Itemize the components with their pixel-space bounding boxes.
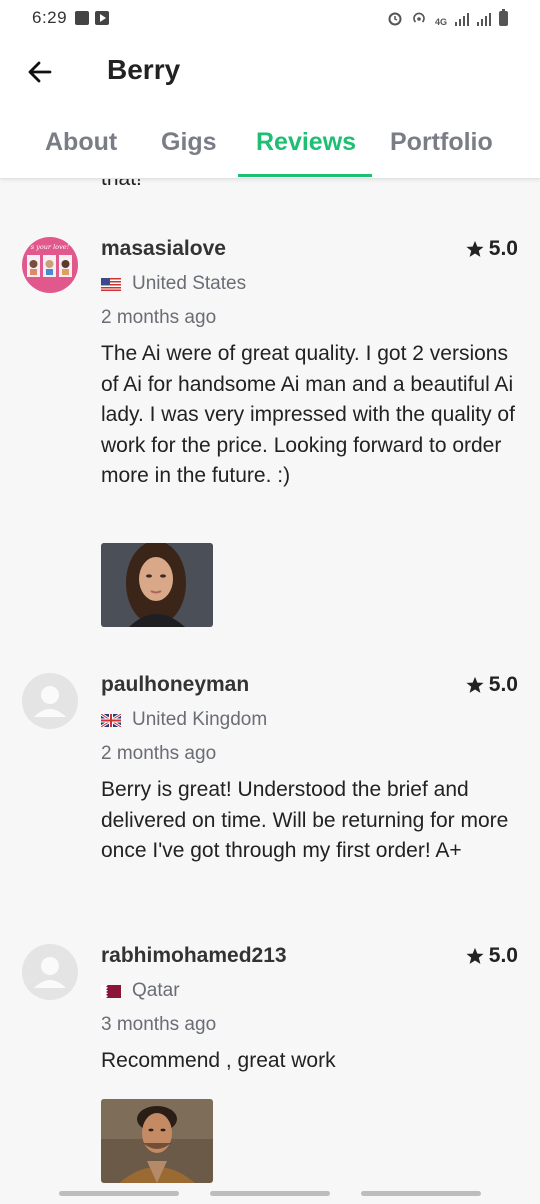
user-placeholder-icon	[34, 686, 66, 717]
review-time: 2 months ago	[101, 743, 217, 764]
avatar-logo-text: s your love!	[31, 243, 70, 251]
rating-value: 5.0	[488, 673, 518, 696]
review-item: rabhimohamed213 5.0 Qatar 3 months ago R…	[0, 944, 540, 1189]
page-title: Berry	[107, 54, 181, 85]
reviewer-username[interactable]: masasialove	[101, 237, 226, 261]
review-rating: 5.0	[466, 237, 518, 261]
reviewer-username[interactable]: paulhoneyman	[101, 673, 249, 697]
nav-back-button[interactable]	[361, 1191, 481, 1196]
nav-home-button[interactable]	[210, 1191, 330, 1196]
active-tab-indicator	[238, 174, 372, 177]
review-attachment-image[interactable]	[101, 543, 213, 627]
reviewer-country: United States	[132, 273, 247, 294]
review-item: paulhoneyman 5.0 United Kingdom 2 months…	[0, 673, 540, 893]
avatar[interactable]	[22, 673, 78, 729]
youtube-icon	[95, 11, 110, 25]
review-text: The Ai were of great quality. I got 2 ve…	[101, 342, 515, 487]
previous-review-text: that!	[101, 179, 142, 191]
tab-reviews[interactable]: Reviews	[256, 128, 356, 157]
app-header: Berry About Gigs Reviews Portfolio	[0, 36, 540, 179]
rating-value: 5.0	[488, 237, 518, 260]
status-time: 6:29	[32, 8, 68, 27]
tab-gigs[interactable]: Gigs	[161, 128, 217, 157]
us-flag-icon	[101, 277, 121, 291]
battery-icon	[499, 9, 508, 26]
uk-flag-icon	[101, 713, 121, 727]
avatar[interactable]: s your love!	[22, 237, 78, 293]
user-placeholder-icon	[34, 957, 66, 988]
system-navigation-bar	[0, 1189, 540, 1204]
reviewer-country: United Kingdom	[132, 709, 268, 730]
image-icon	[75, 11, 90, 25]
hotspot-icon	[413, 12, 425, 23]
alarm-icon	[388, 12, 402, 26]
tab-about[interactable]: About	[45, 128, 117, 157]
review-attachment-image[interactable]	[101, 1099, 213, 1183]
reviews-list[interactable]: that! s your love! masasialove 5.0	[0, 179, 540, 1189]
review-time: 3 months ago	[101, 1014, 217, 1035]
rating-value: 5.0	[488, 944, 518, 967]
star-icon	[466, 240, 484, 257]
arrow-left-icon[interactable]	[24, 56, 56, 88]
signal-icon	[477, 12, 491, 26]
tab-bar: About Gigs Reviews Portfolio	[0, 122, 540, 178]
reviewer-username[interactable]: rabhimohamed213	[101, 944, 287, 968]
star-icon	[466, 947, 484, 964]
review-rating: 5.0	[466, 944, 518, 968]
signal-icon	[455, 12, 469, 26]
star-icon	[466, 676, 484, 693]
review-text: Berry is great! Understood the brief and…	[101, 778, 509, 862]
tab-portfolio[interactable]: Portfolio	[390, 128, 493, 157]
avatar[interactable]	[22, 944, 78, 1000]
qatar-flag-icon	[101, 984, 121, 998]
review-rating: 5.0	[466, 673, 518, 697]
network-type: 4G	[434, 17, 447, 27]
review-text: Recommend , great work	[101, 1049, 336, 1072]
reviewer-country: Qatar	[132, 980, 180, 1001]
review-item: s your love! masasialove 5.0 United Stat…	[0, 237, 540, 637]
review-time: 2 months ago	[101, 307, 217, 328]
status-bar: 6:29 4G	[0, 0, 540, 36]
nav-recents-button[interactable]	[59, 1191, 179, 1196]
